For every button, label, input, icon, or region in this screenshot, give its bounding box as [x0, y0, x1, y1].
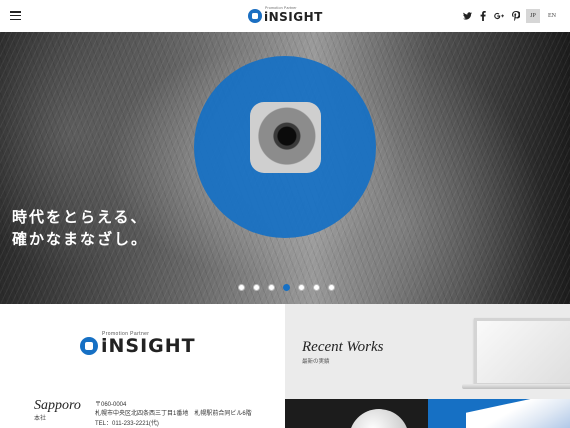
office-address: 札幌市中央区北四条西三丁目1番地 札幌駅前合同ビル6階	[95, 411, 252, 417]
slide-dot-3[interactable]	[268, 284, 275, 291]
company-logo-text: iNSIGHT	[101, 335, 196, 357]
company-logo-mark	[80, 337, 98, 355]
slide-dot-4[interactable]	[283, 284, 290, 291]
laptop-image	[474, 318, 570, 386]
lang-jp-button[interactable]: JP	[526, 9, 540, 23]
recent-works-subtitle: 最新の実績	[302, 359, 330, 365]
slide-dot-5[interactable]	[298, 284, 305, 291]
company-logo-tagline: Promotion Partner	[102, 331, 150, 337]
slide-dot-6[interactable]	[313, 284, 320, 291]
hero-tagline: 時代をとらえる、 確かなまなざし。	[12, 206, 148, 250]
facebook-icon[interactable]	[477, 10, 489, 22]
lang-en-button[interactable]: EN	[545, 9, 559, 23]
google-plus-icon[interactable]	[493, 10, 505, 22]
hero-tagline-line2: 確かなまなざし。	[12, 230, 149, 248]
slide-dot-2[interactable]	[253, 284, 260, 291]
site-header: Promotion Partner iNSIGHT JP EN	[0, 0, 570, 32]
office-type: 本社	[34, 415, 47, 422]
office-name: Sapporo	[34, 398, 81, 413]
hero-tagline-line1: 時代をとらえる、	[12, 208, 148, 226]
work-thumbnail-2[interactable]	[428, 399, 570, 428]
site-logo[interactable]: Promotion Partner iNSIGHT	[248, 6, 323, 24]
pinterest-icon[interactable]	[510, 10, 522, 22]
postal-code: 〒060-0004	[95, 402, 127, 408]
hero-eye-image	[250, 102, 321, 173]
menu-icon[interactable]	[10, 11, 21, 21]
slide-dot-7[interactable]	[328, 284, 335, 291]
company-logo: Promotion Partner iNSIGHT	[80, 331, 196, 357]
work-thumbnail-1[interactable]	[285, 399, 428, 428]
office-phone[interactable]: TEL：011-233-2221(代)	[95, 418, 159, 427]
slider-pagination	[238, 284, 335, 291]
laptop-base-image	[462, 384, 570, 389]
recent-works-title[interactable]: Recent Works	[302, 339, 384, 356]
logo-text: iNSIGHT	[264, 10, 323, 24]
logo-mark	[248, 9, 262, 23]
twitter-icon[interactable]	[461, 10, 473, 22]
slide-dot-1[interactable]	[238, 284, 245, 291]
